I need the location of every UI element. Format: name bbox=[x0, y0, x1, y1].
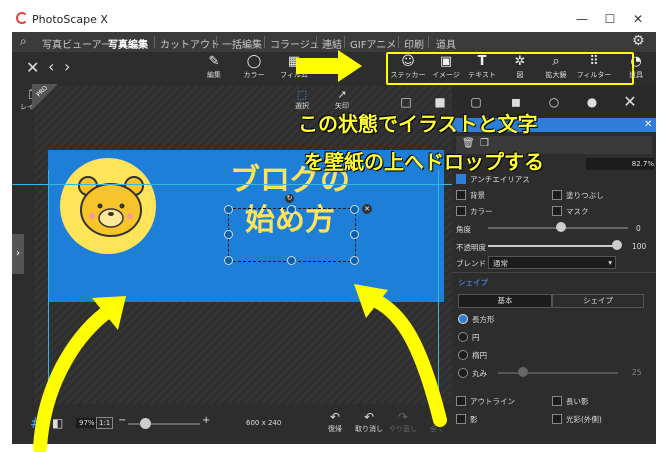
annotation-arrows bbox=[33, 50, 447, 452]
arrow-right-curve bbox=[363, 291, 447, 427]
annotation-line1: この状態でイラストと文字 bbox=[298, 112, 538, 136]
arrow-right-annotation bbox=[296, 50, 362, 82]
annotation-line2: を壁紙の上へドロップする bbox=[304, 150, 544, 174]
arrow-left-curve bbox=[33, 303, 117, 452]
